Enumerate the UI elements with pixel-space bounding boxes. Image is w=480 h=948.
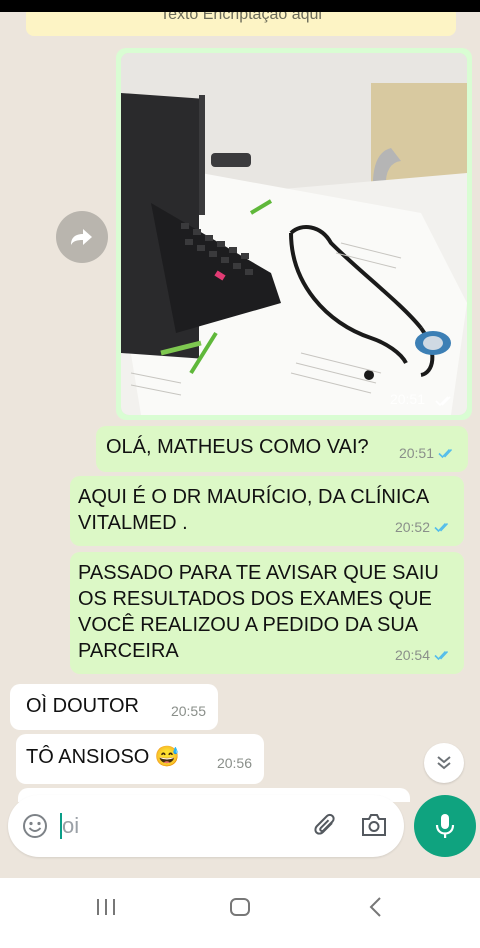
message-bubble-incoming[interactable]: TÔ ANSIOSO 😅 20:56: [16, 734, 264, 784]
message-time: 20:56: [216, 755, 252, 771]
message-bubble-outgoing[interactable]: OLÁ, MATHEUS COMO VAI? 20:51: [96, 426, 468, 472]
mic-icon: [435, 814, 455, 838]
back-icon[interactable]: [366, 895, 386, 919]
message-meta: 20:55: [171, 698, 206, 724]
chat-background: Texto Encriptação aqui 20:51 OLÁ, MATHEU…: [0, 12, 480, 878]
forward-icon: [71, 229, 92, 245]
message-composer[interactable]: oi: [8, 795, 404, 857]
encryption-banner: Texto Encriptação aqui: [26, 12, 456, 36]
photo-image: [121, 53, 467, 415]
forward-button[interactable]: [56, 211, 108, 263]
camera-icon[interactable]: [360, 812, 388, 838]
message-time: 20:51: [398, 445, 434, 461]
photo-desk-stethoscope[interactable]: 20:51: [121, 53, 467, 415]
emoji-icon[interactable]: [22, 813, 48, 839]
read-ticks-icon: [434, 650, 449, 660]
read-ticks-icon: [438, 448, 453, 458]
attach-icon[interactable]: [312, 811, 340, 841]
message-time: 20:52: [394, 519, 430, 535]
message-time: 20:55: [170, 703, 206, 719]
home-icon[interactable]: [228, 895, 252, 919]
read-ticks-icon: [435, 396, 451, 407]
read-ticks-icon: [434, 522, 449, 532]
system-navigation-bar: [0, 878, 480, 948]
chevron-down-icon: [437, 756, 451, 770]
message-meta: 20:56: [217, 750, 252, 776]
scroll-to-bottom-button[interactable]: [424, 743, 464, 783]
message-bubble-incoming[interactable]: OÌ DOUTOR 20:55: [10, 684, 218, 730]
encryption-banner-text: Texto Encriptação aqui: [160, 12, 322, 23]
message-meta: 20:54: [395, 642, 452, 668]
message-bubble-outgoing[interactable]: AQUI É O DR MAURÍCIO, DA CLÍNICA VITALME…: [70, 476, 464, 546]
message-meta: 20:51: [399, 440, 456, 466]
message-meta: 20:52: [395, 514, 452, 540]
photo-message[interactable]: 20:51: [116, 48, 472, 420]
recent-apps-icon[interactable]: [94, 896, 118, 918]
photo-timestamp: 20:51: [389, 391, 425, 407]
message-bubble-outgoing[interactable]: PASSADO PARA TE AVISAR QUE SAIU OS RESUL…: [70, 552, 464, 674]
voice-message-button[interactable]: [414, 795, 476, 857]
message-time: 20:54: [394, 647, 430, 663]
message-input[interactable]: oi: [62, 813, 79, 839]
